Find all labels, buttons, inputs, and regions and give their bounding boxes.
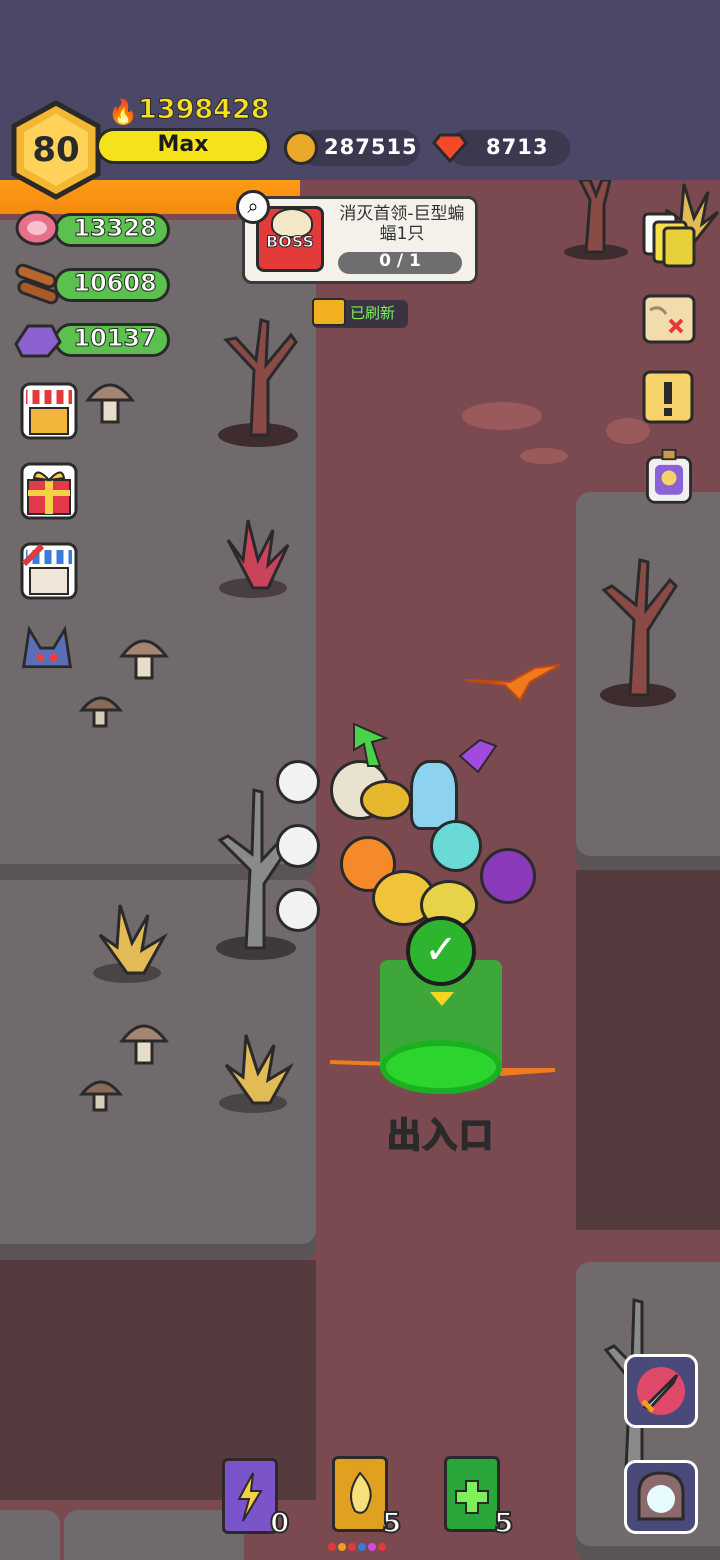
boss-label: BOSS: [265, 232, 315, 252]
player-level: 80: [32, 130, 80, 170]
mushroom: [78, 696, 124, 728]
wood-value: 10608: [73, 269, 158, 298]
heal-book-icon[interactable]: [444, 1456, 500, 1532]
stone-platform: [64, 1510, 244, 1560]
red-gem-icon: [432, 133, 468, 163]
mushroom: [119, 639, 169, 680]
path-stone: [462, 402, 542, 430]
ore-icon: [14, 324, 62, 358]
notice-scroll-icon[interactable]: [640, 368, 698, 426]
quest-title: 消灭首领-巨型蝙蝠1只: [339, 204, 465, 244]
red-bush: [219, 519, 290, 598]
heal-book-count: 5: [493, 1505, 515, 1540]
hero-unit[interactable]: [276, 824, 320, 868]
green-arrow-icon: [353, 722, 389, 767]
hero-unit[interactable]: [276, 760, 320, 804]
hero-unit[interactable]: [276, 888, 320, 932]
map-icon[interactable]: [640, 290, 698, 348]
checkmark-icon[interactable]: ✓: [406, 916, 476, 986]
mushroom: [119, 1024, 169, 1065]
potion-icon[interactable]: [640, 448, 698, 506]
shop-icon[interactable]: [20, 382, 78, 440]
cards-icon[interactable]: [640, 210, 698, 268]
hero-unit[interactable]: [480, 848, 536, 904]
path-stone: [520, 448, 568, 464]
element-dots: [328, 1536, 392, 1551]
dead-tree: [600, 558, 678, 707]
xp-label: Max: [157, 132, 209, 157]
fire-book-count: 5: [381, 1505, 403, 1540]
search-icon[interactable]: ⌕: [236, 190, 270, 224]
flame-icon: 🔥: [108, 98, 138, 126]
monster-icon[interactable]: [18, 620, 76, 678]
lightning-book-count: 0: [269, 1505, 291, 1540]
dead-tree: [564, 180, 628, 260]
exit-label: 出入口: [386, 1115, 495, 1157]
hero-unit[interactable]: [430, 820, 482, 872]
portal-gate-icon: [637, 1471, 685, 1521]
dead-tree: [218, 318, 298, 447]
ore-value: 10137: [73, 324, 158, 353]
exit-portal-base: [380, 1040, 502, 1094]
sword-icon: [637, 1367, 685, 1415]
gold-value: 287515: [324, 135, 418, 159]
quest-progress: 0 / 1: [379, 251, 421, 271]
yellow-bush: [219, 1034, 294, 1113]
mushroom: [78, 1080, 124, 1112]
purple-crystal-icon: [458, 738, 498, 774]
gift-icon[interactable]: [20, 462, 78, 520]
gold-coin-icon: [284, 131, 318, 165]
lava-crack: [464, 664, 561, 702]
fire-book-icon[interactable]: [332, 1456, 388, 1532]
power-value: 1398428: [138, 94, 271, 126]
refresh-label: 已刷新: [350, 304, 396, 322]
meat-icon: [15, 210, 59, 246]
swap-weapon-button[interactable]: [624, 1354, 698, 1428]
market-icon[interactable]: [20, 542, 78, 600]
dark-ground: [576, 870, 720, 1230]
down-arrow-icon: [430, 992, 454, 1006]
grey-tree: [216, 788, 298, 960]
gem-value: 8713: [486, 135, 549, 159]
hero-unit[interactable]: [360, 780, 412, 820]
mushroom: [85, 383, 135, 424]
portal-button[interactable]: [624, 1460, 698, 1534]
stone-platform: [0, 1510, 60, 1560]
wood-icon: [15, 263, 59, 305]
yellow-bush: [93, 904, 168, 983]
chest-icon: [312, 298, 346, 326]
meat-value: 13328: [73, 214, 158, 243]
